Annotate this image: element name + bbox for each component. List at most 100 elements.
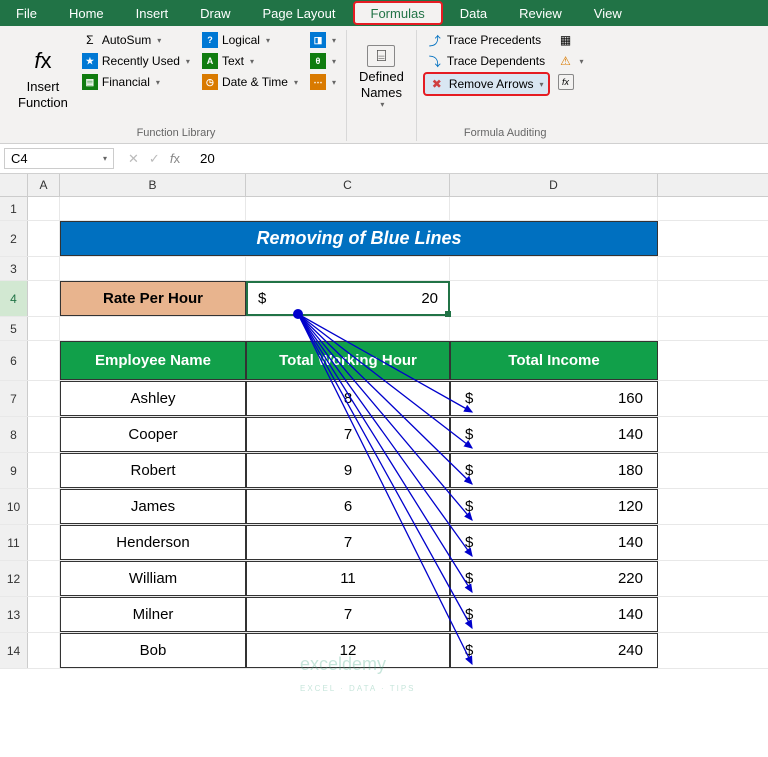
tab-review[interactable]: Review	[503, 0, 578, 26]
error-check-button[interactable]: ⚠▾	[554, 51, 588, 71]
select-all-corner[interactable]	[0, 174, 28, 196]
chevron-down-icon: ▾	[380, 100, 384, 110]
income-cell[interactable]: $160	[450, 381, 658, 416]
insert-function-button[interactable]: fx Insert Function	[12, 30, 74, 125]
employee-name-cell[interactable]: Robert	[60, 453, 246, 488]
recently-used-button[interactable]: ★Recently Used▾	[78, 51, 194, 71]
row-header[interactable]: 10	[0, 489, 28, 524]
chevron-down-icon: ▾	[540, 80, 544, 89]
more-functions-button[interactable]: ⋯▾	[306, 72, 340, 92]
lookup-icon: ◨	[310, 32, 326, 48]
row-header[interactable]: 11	[0, 525, 28, 560]
row-header[interactable]: 12	[0, 561, 28, 596]
tab-home[interactable]: Home	[53, 0, 120, 26]
cancel-icon[interactable]: ✕	[128, 151, 139, 167]
fx-icon[interactable]: fx	[170, 151, 180, 166]
formula-bar-input[interactable]	[194, 149, 764, 168]
row-header[interactable]: 9	[0, 453, 28, 488]
math-button[interactable]: θ▾	[306, 51, 340, 71]
employee-name-cell[interactable]: Ashley	[60, 381, 246, 416]
rate-value-cell[interactable]: $20	[246, 281, 450, 316]
star-icon: ★	[82, 53, 98, 69]
col-header[interactable]: B	[60, 174, 246, 196]
income-cell[interactable]: $140	[450, 417, 658, 452]
tab-insert[interactable]: Insert	[120, 0, 185, 26]
tab-pagelayout[interactable]: Page Layout	[247, 0, 352, 26]
income-cell[interactable]: $220	[450, 561, 658, 596]
remove-arrows-button[interactable]: ✖Remove Arrows▾	[423, 72, 550, 96]
hours-cell[interactable]: 8	[246, 381, 450, 416]
hours-cell[interactable]: 7	[246, 417, 450, 452]
employee-name-cell[interactable]: Cooper	[60, 417, 246, 452]
datetime-button[interactable]: ◷Date & Time▾	[198, 72, 302, 92]
logical-icon: ?	[202, 32, 218, 48]
autosum-button[interactable]: ΣAutoSum▾	[78, 30, 194, 50]
row-header[interactable]: 2	[0, 221, 28, 256]
remove-arrows-icon: ✖	[429, 76, 445, 92]
chevron-down-icon: ▾	[157, 36, 161, 45]
hours-cell[interactable]: 11	[246, 561, 450, 596]
show-formulas-icon: ▦	[558, 32, 574, 48]
group-defined-names: ⌸ Defined Names▾	[347, 30, 417, 141]
tab-data[interactable]: Data	[444, 0, 503, 26]
hours-cell[interactable]: 7	[246, 525, 450, 560]
row-header[interactable]: 3	[0, 257, 28, 280]
chevron-down-icon: ▾	[332, 57, 336, 66]
income-cell[interactable]: $180	[450, 453, 658, 488]
table-header[interactable]: Employee Name	[60, 341, 246, 380]
table-header[interactable]: Total Income	[450, 341, 658, 380]
employee-name-cell[interactable]: William	[60, 561, 246, 596]
column-headers: A B C D	[0, 174, 768, 197]
rate-label-cell[interactable]: Rate Per Hour	[60, 281, 246, 316]
clock-icon: ◷	[202, 74, 218, 90]
employee-name-cell[interactable]: Henderson	[60, 525, 246, 560]
chevron-down-icon: ▾	[156, 78, 160, 87]
chevron-down-icon: ▾	[294, 78, 298, 87]
income-cell[interactable]: $140	[450, 597, 658, 632]
text-icon: A	[202, 53, 218, 69]
enter-icon[interactable]: ✓	[149, 151, 160, 167]
logical-button[interactable]: ?Logical▾	[198, 30, 302, 50]
col-header[interactable]: C	[246, 174, 450, 196]
trace-precedents-button[interactable]: ⤴Trace Precedents	[423, 30, 550, 50]
text-button[interactable]: AText▾	[198, 51, 302, 71]
tab-file[interactable]: File	[0, 0, 53, 26]
evaluate-formula-button[interactable]: fx	[554, 72, 588, 92]
row-header[interactable]: 5	[0, 317, 28, 340]
lookup-button[interactable]: ◨▾	[306, 30, 340, 50]
trace-prec-icon: ⤴	[427, 32, 443, 48]
income-cell[interactable]: $240	[450, 633, 658, 668]
row-header[interactable]: 7	[0, 381, 28, 416]
row-header[interactable]: 4	[0, 281, 28, 316]
group-formula-auditing: ⤴Trace Precedents ⤵Trace Dependents ✖Rem…	[417, 30, 594, 141]
row-header[interactable]: 14	[0, 633, 28, 668]
chevron-down-icon: ▾	[580, 57, 584, 66]
title-cell[interactable]: Removing of Blue Lines	[60, 221, 658, 256]
trace-dep-icon: ⤵	[427, 53, 443, 69]
tab-formulas[interactable]: Formulas	[353, 1, 443, 25]
hours-cell[interactable]: 6	[246, 489, 450, 524]
trace-dependents-button[interactable]: ⤵Trace Dependents	[423, 51, 550, 71]
hours-cell[interactable]: 12	[246, 633, 450, 668]
col-header[interactable]: A	[28, 174, 60, 196]
income-cell[interactable]: $120	[450, 489, 658, 524]
tab-draw[interactable]: Draw	[184, 0, 246, 26]
name-box[interactable]: C4▾	[4, 148, 114, 169]
show-formulas-button[interactable]: ▦	[554, 30, 588, 50]
row-header[interactable]: 1	[0, 197, 28, 220]
row-header[interactable]: 6	[0, 341, 28, 380]
financial-button[interactable]: ▤Financial▾	[78, 72, 194, 92]
income-cell[interactable]: $140	[450, 525, 658, 560]
hours-cell[interactable]: 9	[246, 453, 450, 488]
ribbon-tabs: File Home Insert Draw Page Layout Formul…	[0, 0, 768, 26]
tab-view[interactable]: View	[578, 0, 638, 26]
col-header[interactable]: D	[450, 174, 658, 196]
table-header[interactable]: Total Working Hour	[246, 341, 450, 380]
employee-name-cell[interactable]: Bob	[60, 633, 246, 668]
defined-names-button[interactable]: ⌸ Defined Names▾	[353, 30, 410, 125]
hours-cell[interactable]: 7	[246, 597, 450, 632]
employee-name-cell[interactable]: James	[60, 489, 246, 524]
employee-name-cell[interactable]: Milner	[60, 597, 246, 632]
row-header[interactable]: 8	[0, 417, 28, 452]
row-header[interactable]: 13	[0, 597, 28, 632]
